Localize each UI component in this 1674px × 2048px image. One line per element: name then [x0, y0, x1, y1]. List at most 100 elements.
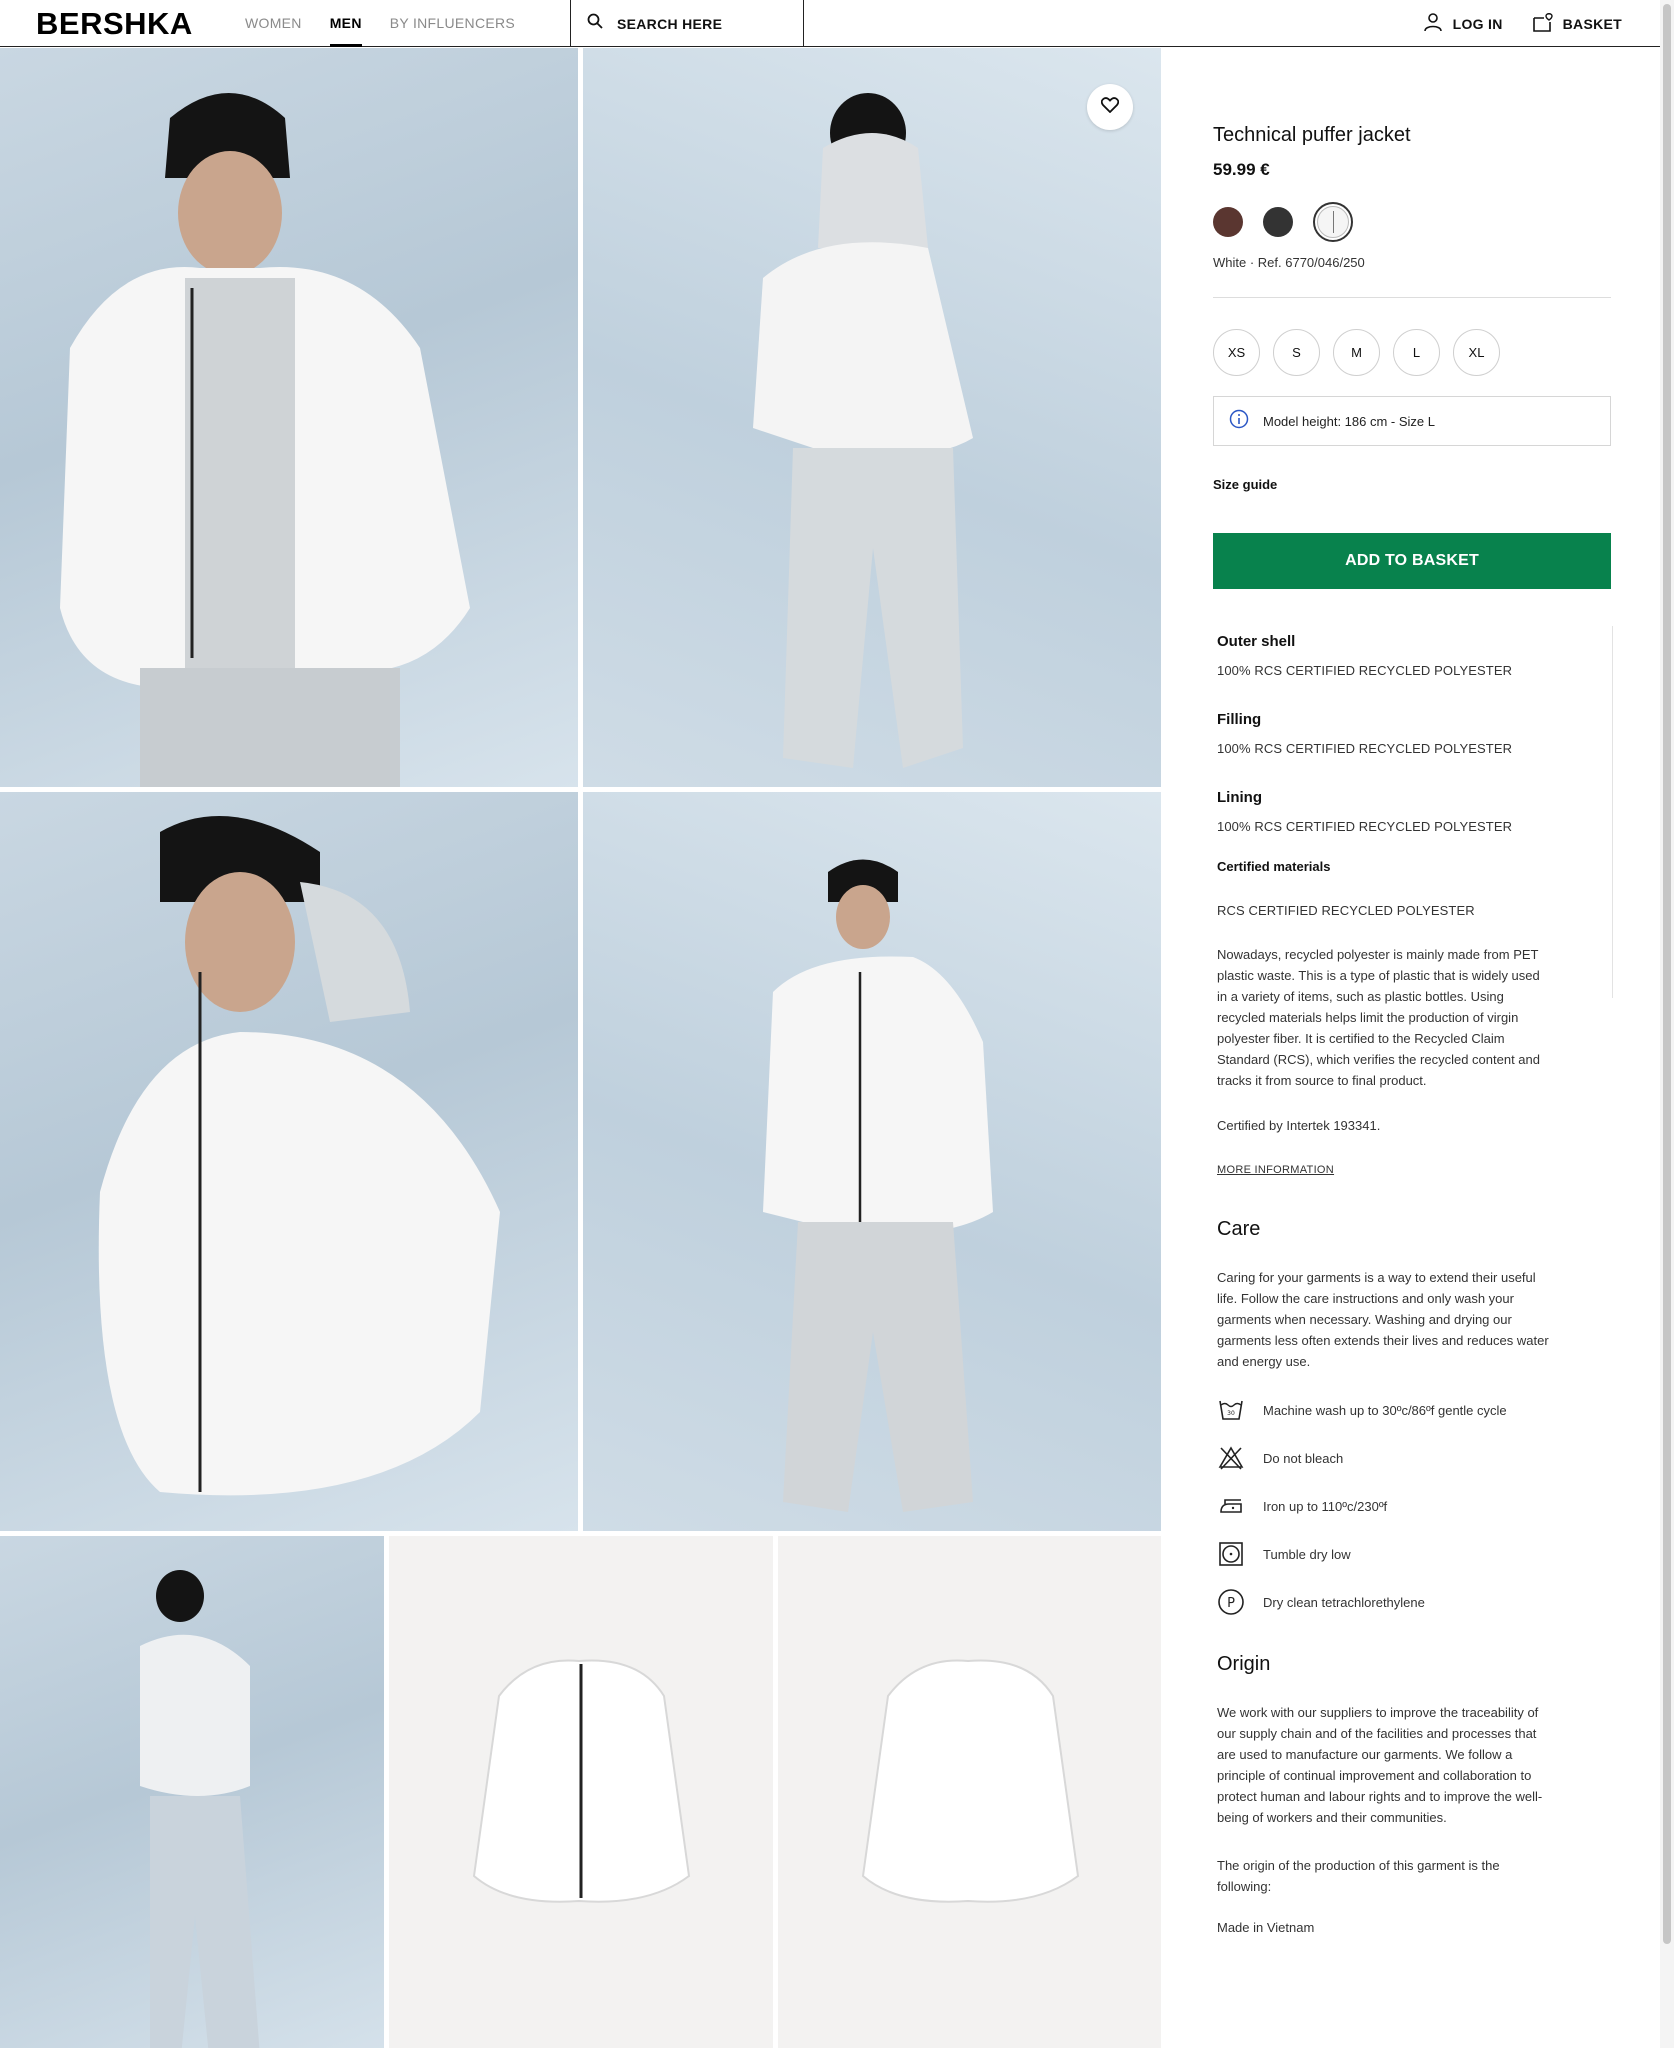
care-item-iron: Iron up to 110ºc/230ºf	[1217, 1492, 1387, 1520]
care-intro-line: garments when necessary. Washing and dry…	[1217, 1312, 1512, 1327]
outer-shell-title: Outer shell	[1217, 633, 1296, 650]
login-button[interactable]: LOG IN	[1423, 12, 1503, 35]
origin-line: are used to manufacture our garments. We…	[1217, 1747, 1513, 1762]
certified-desc-line: Nowadays, recycled polyester is mainly m…	[1217, 947, 1539, 962]
origin-line: principle of continual improvement and c…	[1217, 1768, 1532, 1783]
care-title: Care	[1217, 1218, 1261, 1240]
certified-desc-line: in a variety of items, such as plastic b…	[1217, 989, 1504, 1004]
nav-women[interactable]: WOMEN	[245, 0, 302, 47]
certified-by: Certified by Intertek 193341.	[1217, 1118, 1381, 1133]
size-selector: XS S M L XL	[1213, 329, 1500, 376]
certified-desc-line: plastic waste. This is a type of plastic…	[1217, 968, 1540, 983]
add-to-basket-button[interactable]: ADD TO BASKET	[1213, 533, 1611, 589]
lining-title: Lining	[1217, 789, 1262, 806]
search-label: SEARCH HERE	[617, 15, 723, 32]
model-info-text: Model height: 186 cm - Size L	[1263, 413, 1435, 429]
origin-title: Origin	[1217, 1653, 1271, 1675]
color-swatch-brown[interactable]	[1213, 207, 1243, 237]
scrollbar-thumb[interactable]	[1663, 4, 1671, 1944]
product-photo-side[interactable]	[0, 792, 578, 1531]
care-item-tumble: Tumble dry low	[1217, 1540, 1351, 1568]
care-item-wash: 30 Machine wash up to 30ºc/86ºf gentle c…	[1217, 1396, 1507, 1424]
product-photo-packshot-front[interactable]	[389, 1536, 773, 2048]
certified-desc-line: recycled materials helps limit the produ…	[1217, 1010, 1519, 1025]
care-text: Dry clean tetrachlorethylene	[1263, 1594, 1425, 1610]
product-photo-full-front[interactable]	[583, 792, 1161, 1531]
more-information-link[interactable]: MORE INFORMATION	[1217, 1164, 1334, 1176]
origin-production-line: following:	[1217, 1879, 1272, 1894]
product-photo-back[interactable]	[583, 48, 1161, 787]
care-text: Tumble dry low	[1263, 1546, 1351, 1562]
nav-by-influencers[interactable]: BY INFLUENCERS	[390, 0, 515, 47]
certified-title: Certified materials	[1217, 859, 1331, 874]
origin-line: being of workers and their communities.	[1217, 1810, 1447, 1825]
color-swatch-black[interactable]	[1263, 207, 1293, 237]
login-label: LOG IN	[1452, 15, 1503, 32]
care-item-dryclean: P Dry clean tetrachlorethylene	[1217, 1588, 1425, 1616]
size-m[interactable]: M	[1333, 329, 1380, 376]
basket-icon	[1531, 11, 1553, 36]
certified-desc-line: polyester fiber. It is certified to the …	[1217, 1031, 1505, 1046]
lining-value: 100% RCS CERTIFIED RECYCLED POLYESTER	[1217, 819, 1513, 834]
origin-text: We work with our suppliers to improve th…	[1217, 1702, 1597, 1828]
tumble-dry-icon	[1217, 1540, 1245, 1568]
origin-production-line: The origin of the production of this gar…	[1217, 1858, 1500, 1873]
user-icon	[1423, 12, 1443, 35]
certified-name: RCS CERTIFIED RECYCLED POLYESTER	[1217, 903, 1475, 918]
color-swatch-white[interactable]	[1313, 202, 1353, 242]
basket-label: BASKET	[1562, 15, 1622, 32]
color-swatch-white-fill	[1317, 206, 1349, 238]
no-bleach-icon	[1217, 1444, 1245, 1472]
care-item-bleach: Do not bleach	[1217, 1444, 1343, 1472]
origin-production: The origin of the production of this gar…	[1217, 1855, 1597, 1897]
certified-desc-line: tracks it from source to final product.	[1217, 1073, 1427, 1088]
search-box[interactable]: SEARCH HERE	[570, 0, 804, 47]
made-in: Made in Vietnam	[1217, 1920, 1315, 1935]
outer-shell-value: 100% RCS CERTIFIED RECYCLED POLYESTER	[1217, 663, 1513, 678]
size-s[interactable]: S	[1273, 329, 1320, 376]
heart-icon	[1100, 96, 1120, 118]
care-intro-line: life. Follow the care instructions and o…	[1217, 1291, 1514, 1306]
care-intro-line: and energy use.	[1217, 1354, 1311, 1369]
filling-value: 100% RCS CERTIFIED RECYCLED POLYESTER	[1217, 741, 1513, 756]
care-text: Do not bleach	[1263, 1450, 1344, 1466]
model-info-box: Model height: 186 cm - Size L	[1213, 396, 1611, 446]
search-icon	[587, 13, 603, 34]
info-icon	[1229, 409, 1249, 434]
page-scrollbar[interactable]	[1660, 0, 1674, 2048]
size-xl[interactable]: XL	[1453, 329, 1500, 376]
origin-line: our supply chain and of the facilities a…	[1217, 1726, 1537, 1741]
basket-button[interactable]: BASKET	[1531, 11, 1622, 36]
care-text: Iron up to 110ºc/230ºf	[1263, 1498, 1388, 1514]
wash-30-icon: 30	[1217, 1396, 1245, 1424]
product-photo-profile[interactable]	[0, 1536, 384, 2048]
composition-section: Outer shell 100% RCS CERTIFIED RECYCLED …	[1213, 626, 1613, 861]
filling-title: Filling	[1217, 711, 1262, 728]
care-intro-line: Caring for your garments is a way to ext…	[1217, 1270, 1536, 1285]
brand-logo[interactable]: BERSHKA	[36, 6, 193, 42]
main-nav: WOMEN MEN BY INFLUENCERS	[245, 0, 515, 47]
size-l[interactable]: L	[1393, 329, 1440, 376]
svg-text:P: P	[1227, 1596, 1235, 1611]
nav-men[interactable]: MEN	[329, 0, 362, 47]
dry-clean-p-icon: P	[1217, 1588, 1245, 1616]
color-ref: White · Ref. 6770/046/250	[1213, 255, 1365, 270]
care-text: Machine wash up to 30ºc/86ºf gentle cycl…	[1263, 1402, 1507, 1418]
size-xs[interactable]: XS	[1213, 329, 1260, 376]
product-photo-front[interactable]	[0, 48, 578, 787]
color-swatches	[1213, 202, 1353, 242]
iron-icon	[1217, 1492, 1245, 1520]
product-price: 59.99 €	[1213, 160, 1270, 179]
add-to-wishlist-button[interactable]	[1087, 84, 1133, 130]
product-photo-packshot-back[interactable]	[778, 1536, 1161, 2048]
care-intro: Caring for your garments is a way to ext…	[1217, 1267, 1597, 1372]
origin-line: We work with our suppliers to improve th…	[1217, 1705, 1539, 1720]
header-actions: LOG IN BASKET	[1423, 0, 1622, 47]
divider	[1213, 297, 1611, 298]
site-header: BERSHKA WOMEN MEN BY INFLUENCERS SEARCH …	[0, 0, 1660, 47]
certified-desc-line: Standard (RCS), which verifies the recyc…	[1217, 1052, 1540, 1067]
product-title: Technical puffer jacket	[1213, 124, 1411, 146]
origin-line: protect human and labour rights and to i…	[1217, 1789, 1543, 1804]
size-guide-link[interactable]: Size guide	[1213, 477, 1277, 492]
svg-text:30: 30	[1227, 1410, 1235, 1417]
